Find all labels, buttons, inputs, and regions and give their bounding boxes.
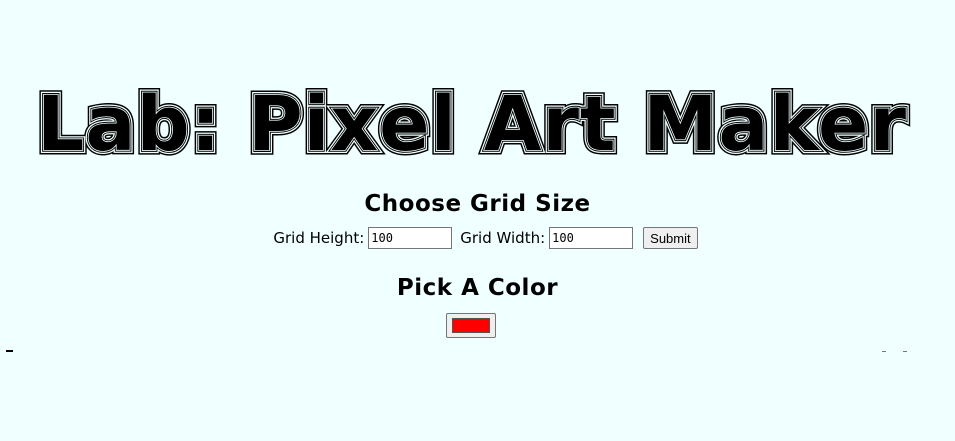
grid-width-input[interactable] <box>549 227 634 249</box>
submit-button[interactable]: Submit <box>643 227 698 249</box>
grid-height-input[interactable] <box>368 227 453 249</box>
page-title-graphic: Lab: Pixel Art Maker Lab: Pixel Art Make… <box>33 75 911 171</box>
page-title-core: Lab: Pixel Art Maker <box>37 79 907 168</box>
color-swatch <box>452 318 490 333</box>
pick-color-heading: Pick A Color <box>396 275 559 301</box>
page-title: Lab: Pixel Art Maker Lab: Pixel Art Make… <box>0 70 955 171</box>
grid-width-field: Grid Width: <box>460 227 637 249</box>
canvas-edge-mark <box>903 351 907 352</box>
pixel-canvas[interactable] <box>6 350 13 352</box>
canvas-edge-mark <box>882 351 886 352</box>
grid-height-field: Grid Height: <box>273 227 456 249</box>
color-picker[interactable] <box>446 313 496 338</box>
size-picker-form: Grid Height: Grid Width: Submit <box>0 226 955 250</box>
grid-size-heading: Choose Grid Size <box>364 191 591 217</box>
grid-height-label: Grid Height: <box>273 229 365 247</box>
grid-width-label: Grid Width: <box>460 229 546 247</box>
